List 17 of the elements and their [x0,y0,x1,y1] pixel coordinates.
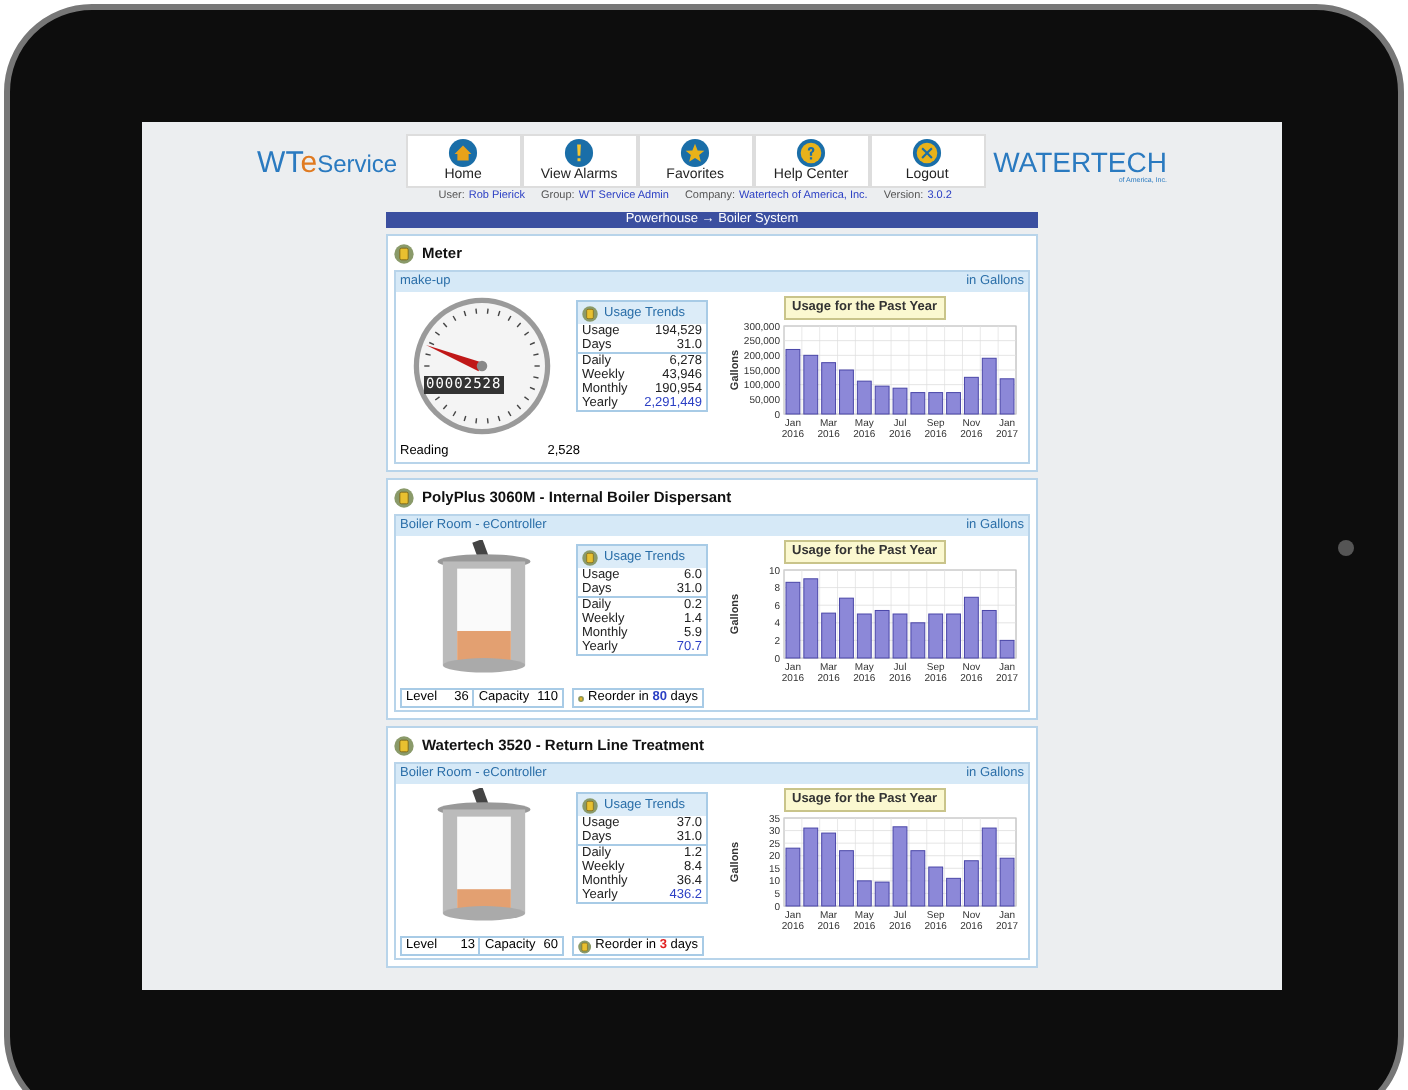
bin-icon [394,736,414,756]
tablet-camera-icon [1338,540,1354,556]
bin-icon [582,797,598,813]
bin-icon [582,305,598,321]
wteservice-logo: WTeService [257,143,398,183]
close-icon [912,138,943,168]
bin-icon [394,244,414,264]
home-icon [448,138,479,168]
meter-gauge-drawing [412,296,552,436]
watertech-logo: WATERTECH [993,147,1167,176]
help-icon [796,138,827,168]
bin-icon [394,488,414,508]
bin-icon [578,939,592,953]
bin-icon [578,691,585,705]
bin-icon [582,549,598,565]
star-icon [680,138,711,168]
alert-icon [564,138,595,168]
